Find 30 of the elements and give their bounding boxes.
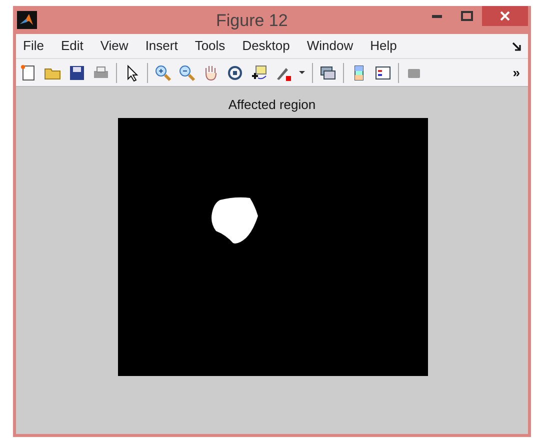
close-icon: [500, 11, 510, 21]
minimize-icon: [432, 14, 442, 18]
maximize-icon: [461, 11, 473, 21]
menu-item[interactable]: Help: [370, 36, 397, 56]
toolbar-overflow-button[interactable]: »: [512, 62, 524, 82]
menu-item[interactable]: Tools: [194, 36, 226, 56]
data-cursor-icon: [250, 64, 268, 82]
data-cursor-button[interactable]: [250, 64, 268, 82]
zoom-in-icon: [154, 64, 172, 82]
app-logo-icon: [17, 11, 37, 29]
save-icon: [68, 64, 86, 82]
dropdown-caret-icon: [299, 71, 305, 74]
menu-item[interactable]: Insert: [145, 36, 178, 56]
save-button[interactable]: [68, 64, 86, 82]
menu-item[interactable]: Window: [306, 36, 354, 56]
link-plot-button[interactable]: [319, 64, 337, 82]
zoom-out-button[interactable]: [178, 64, 196, 82]
axes-title: Affected region: [228, 96, 316, 114]
close-button[interactable]: [482, 6, 528, 26]
zoom-in-button[interactable]: [154, 64, 172, 82]
link-plot-icon: [319, 64, 337, 82]
legend-icon: [374, 64, 392, 82]
legend-button[interactable]: [374, 64, 392, 82]
menu-item[interactable]: Desktop: [242, 36, 290, 56]
menu-item[interactable]: View: [100, 36, 128, 56]
zoom-out-icon: [178, 64, 196, 82]
menu-item[interactable]: File: [23, 36, 44, 56]
undock-arrow-icon: [512, 42, 521, 50]
window-title: Figure 12: [216, 10, 288, 32]
menu-item[interactable]: Edit: [60, 36, 84, 56]
